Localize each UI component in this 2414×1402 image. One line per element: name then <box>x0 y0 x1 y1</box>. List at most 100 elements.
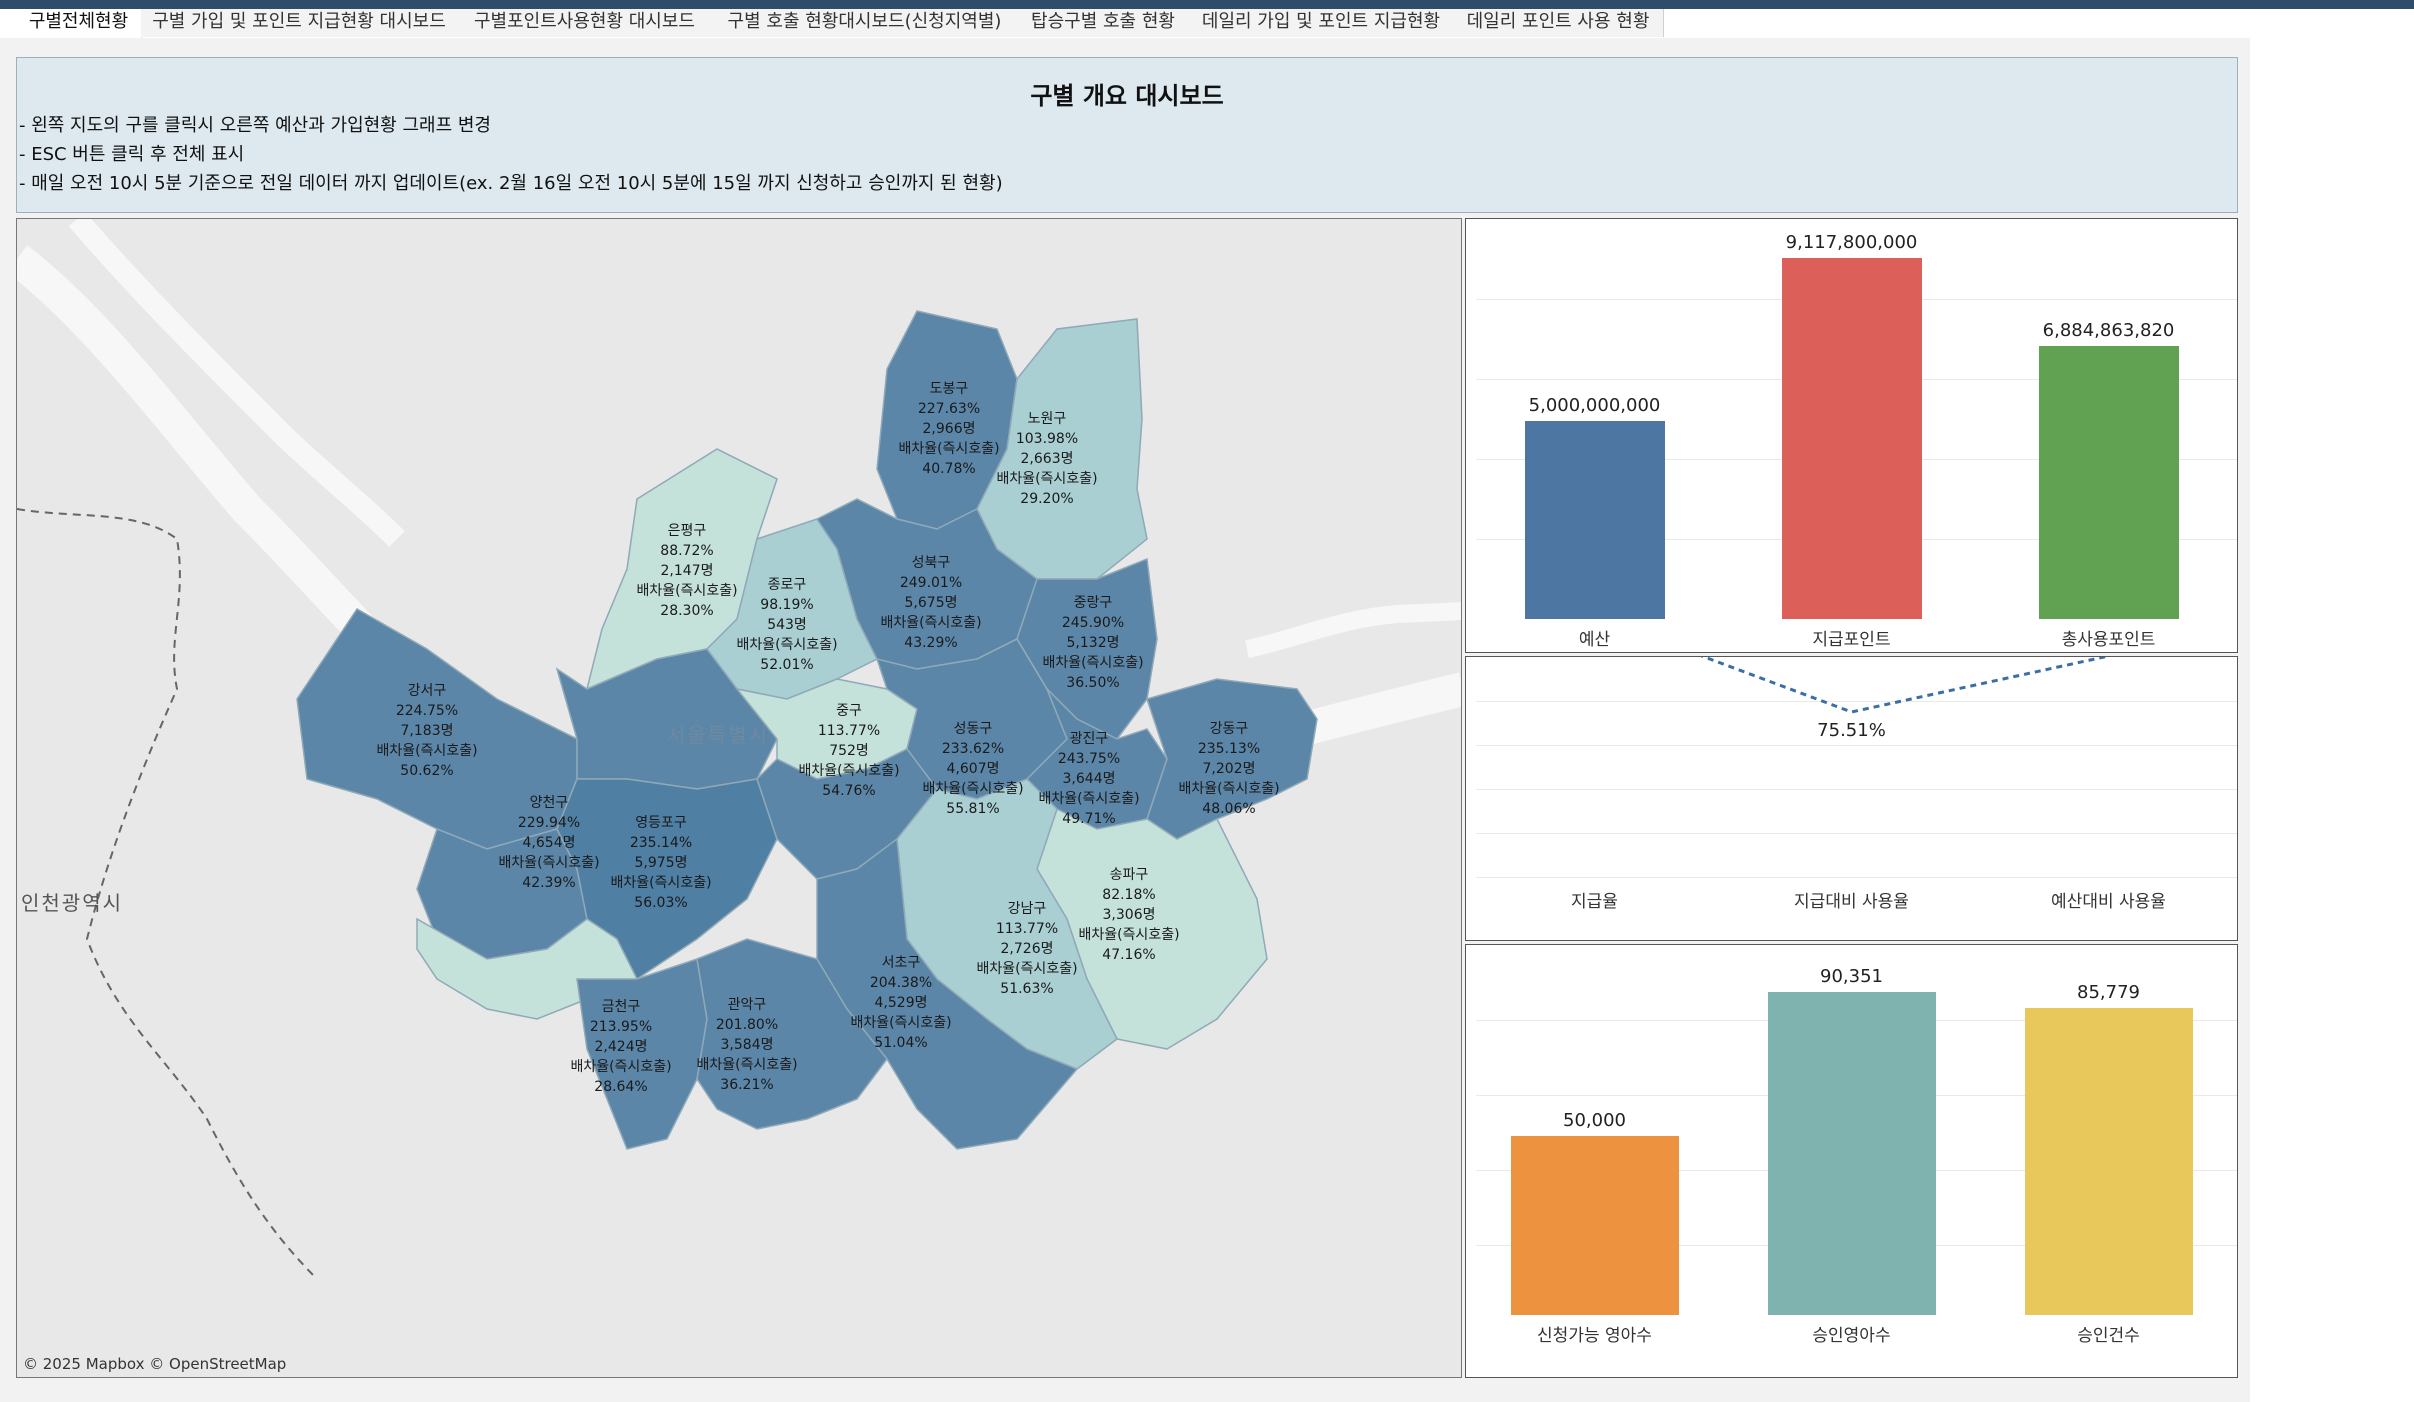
bar-1[interactable] <box>1781 258 1922 619</box>
district-count: 7,183명 <box>400 723 454 739</box>
category-label: 예산 <box>1578 630 1611 650</box>
district-name: 영등포구 <box>635 815 687 831</box>
district-name: 양천구 <box>529 795 569 811</box>
dashboard-header: 구별 개요 대시보드 - 왼쪽 지도의 구를 클릭시 오른쪽 예산과 가입현황 … <box>16 57 2238 213</box>
tab-gu-point-usage[interactable]: 구별포인트사용현황 대시보드 <box>457 9 713 37</box>
map-attribution[interactable]: © 2025 Mapbox © OpenStreetMap <box>23 1355 286 1373</box>
district-name: 광진구 <box>1069 731 1109 747</box>
district-name: 종로구 <box>767 577 807 593</box>
district-pct: 235.13% <box>1197 741 1261 757</box>
bar-value-label: 50,000 <box>1563 1110 1626 1132</box>
district-rate: 51.04% <box>874 1035 928 1051</box>
district-pct: 224.75% <box>395 703 459 719</box>
district-label-nowon: 노원구 103.98% 2,663명배차율(즉시호출) 29.20% <box>972 409 1122 509</box>
district-rate-label: 배차율(즉시호출) <box>610 875 712 891</box>
right-blank <box>2250 38 2414 1402</box>
district-rate-label: 배차율(즉시호출) <box>996 471 1098 487</box>
district-count: 3,584명 <box>720 1037 774 1053</box>
district-pct: 88.72% <box>660 543 714 559</box>
header-note-3: - 매일 오전 10시 5분 기준으로 전일 데이터 까지 업데이트(ex. 2… <box>19 173 1003 194</box>
tab-gu-signup-points[interactable]: 구별 가입 및 포인트 지급현황 대시보드 <box>141 9 458 37</box>
district-label-seongbuk: 성북구 249.01% 5,675명 배차율(즉시호출) 43.29% <box>856 553 1006 653</box>
district-pct: 245.90% <box>1061 615 1125 631</box>
district-rate-label: 배차율(즉시호출) <box>376 743 478 759</box>
bar-0[interactable] <box>1510 1136 1679 1315</box>
tab-boarding-calls[interactable]: 탑승구별 호출 현황 <box>1017 9 1190 37</box>
district-name: 강동구 <box>1209 721 1249 737</box>
district-rate-label: 배차율(즉시호출) <box>1178 781 1280 797</box>
district-name: 중랑구 <box>1073 595 1113 611</box>
district-rate-label: 배차율(즉시호출) <box>736 637 838 653</box>
category-label: 신청가능 영아수 <box>1537 1326 1652 1346</box>
district-count: 2,663명 <box>1020 451 1074 467</box>
category-label: 승인영아수 <box>1812 1326 1891 1346</box>
bar-value-label: 85,779 <box>2077 982 2140 1003</box>
district-name: 송파구 <box>1109 867 1149 883</box>
tab-gu-call-status[interactable]: 구별 호출 현황대시보드(신청지역별) <box>712 9 1018 37</box>
category-label: 지급포인트 <box>1812 630 1891 650</box>
district-count: 5,132명 <box>1066 635 1120 651</box>
district-rate: 56.03% <box>634 895 688 911</box>
district-name: 중구 <box>836 703 862 719</box>
seoul-label: 서울특별시 <box>667 723 769 747</box>
district-rate-label: 배차율(즉시호출) <box>696 1057 798 1073</box>
seoul-district-map[interactable]: 인천광역시 서울특별시 도봉구 227.63% 2,966명 배차율(즉시호출) 40.… <box>16 218 1462 1378</box>
district-name: 관악구 <box>727 997 767 1013</box>
district-rate: 36.50% <box>1066 675 1120 691</box>
district-rate: 48.06% <box>1202 801 1256 817</box>
bar-2[interactable] <box>2024 1008 2193 1315</box>
infant-bar-chart[interactable]: 50,000 신청가능 영아수 90,351 승인영아수 85,779 승인건수 <box>1465 944 2238 1378</box>
district-label-yeongdeungpo: 영등포구 235.14% 5,975명배차율(즉시호출) 56.03% <box>586 813 736 913</box>
bar-2[interactable] <box>2038 346 2179 619</box>
tab-daily-usage[interactable]: 데일리 포인트 사용 현황 <box>1453 9 1664 37</box>
district-count: 7,202명 <box>1202 761 1256 777</box>
district-pct: 249.01% <box>899 575 963 591</box>
incheon-label: 인천광역시 <box>21 891 123 915</box>
district-pct: 235.14% <box>629 835 693 851</box>
district-label-gwanak: 관악구 201.80% 3,584명 배차율(즉시호출) 36.21% <box>672 995 822 1095</box>
district-count: 3,644명 <box>1062 771 1116 787</box>
district-rate-label: 배차율(즉시호출) <box>850 1015 952 1031</box>
tab-daily-signup[interactable]: 데일리 가입 및 포인트 지급현황 <box>1189 9 1454 37</box>
district-rate-label: 배차율(즉시호출) <box>880 615 982 631</box>
district-count: 5,675명 <box>904 595 958 611</box>
district-name: 서초구 <box>881 955 921 971</box>
district-name: 강서구 <box>407 683 447 699</box>
district-label-gangseo: 강서구 224.75% 7,183명 배차율(즉시호출) 50.62% <box>352 681 502 781</box>
district-rate-label: 배차율(즉시호출) <box>1038 791 1140 807</box>
bar-value-label: 90,351 <box>1820 965 1883 987</box>
district-rate: 36.21% <box>720 1077 774 1093</box>
district-label-gwangjin: 광진구 243.75% 3,644명 배차율(즉시호출) 49.71% <box>1014 729 1164 829</box>
bar-0[interactable] <box>1524 421 1665 619</box>
district-count: 4,529명 <box>874 995 928 1011</box>
district-rate: 29.20% <box>1020 491 1074 507</box>
tab-bar: 구별전체현황 구별 가입 및 포인트 지급현황 대시보드 구별포인트사용현황 대… <box>0 9 2414 39</box>
rate-value-label: 75.51% <box>1817 720 1886 741</box>
bar-value-label: 9,117,800,000 <box>1785 232 1918 254</box>
tab-gu-overview[interactable]: 구별전체현황 <box>16 9 142 39</box>
district-count: 5,975명 <box>634 855 688 871</box>
district-label-jungnang: 중랑구 245.90% 5,132명배차율(즉시호출) 36.50% <box>1018 593 1168 693</box>
district-rate: 49.71% <box>1062 811 1116 827</box>
bar-1[interactable] <box>1767 991 1936 1315</box>
district-label-jongno: 종로구 98.19% 543명 배차율(즉시호출) 52.01% <box>712 575 862 675</box>
district-name: 노원구 <box>1027 411 1067 427</box>
bar-value-label: 5,000,000,000 <box>1528 395 1661 417</box>
district-pct: 204.38% <box>869 975 933 991</box>
district-rate: 43.29% <box>904 635 958 651</box>
header-note-1: - 왼쪽 지도의 구를 클릭시 오른쪽 예산과 가입현황 그래프 변경 <box>19 115 491 136</box>
district-pct: 103.98% <box>1015 431 1079 447</box>
district-name: 강남구 <box>1007 901 1047 917</box>
district-pct: 98.19% <box>760 597 814 613</box>
district-label-seocho: 서초구 204.38% 4,529명배차율(즉시호출) 51.04% <box>826 953 976 1053</box>
top-strip <box>0 0 2414 9</box>
category-label: 예산대비 사용율 <box>2051 892 2166 912</box>
district-pct: 113.77% <box>995 921 1059 937</box>
district-name: 은평구 <box>667 523 707 539</box>
header-note-2: - ESC 버튼 클릭 후 전체 표시 <box>19 144 245 165</box>
budget-bar-chart[interactable]: 5,000,000,000 예산 9,117,800,000 지급포인트 6,884,8… <box>1465 218 2238 653</box>
district-rate-label: 배차율(즉시호출) <box>1042 655 1144 671</box>
usage-rate-chart[interactable]: 지급율 지급대비 사용율 75.51% 예산대비 사용율 <box>1465 656 2238 941</box>
dashboard-title: 구별 개요 대시보드 <box>1030 82 1224 110</box>
category-label: 지급대비 사용율 <box>1794 892 1909 912</box>
